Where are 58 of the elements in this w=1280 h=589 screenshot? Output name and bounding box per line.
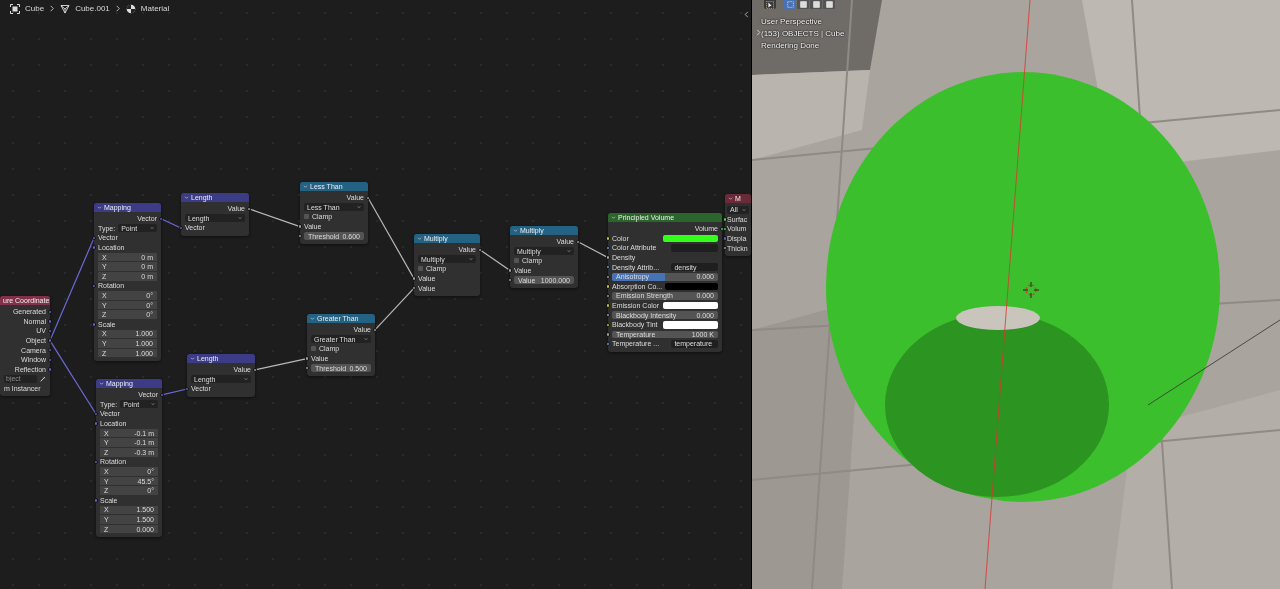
breadcrumb-item[interactable]: Cube.001 xyxy=(75,4,110,13)
checkbox[interactable] xyxy=(311,346,316,352)
breadcrumb-item[interactable]: Material xyxy=(140,4,170,13)
chevron-icon[interactable] xyxy=(303,184,308,189)
output-socket[interactable] xyxy=(372,327,378,332)
input-socket[interactable] xyxy=(93,459,99,465)
output-socket[interactable] xyxy=(719,226,725,231)
cursor-icon xyxy=(766,0,774,9)
material-icon xyxy=(125,3,136,14)
color-swatch[interactable] xyxy=(665,282,718,291)
select-tool-button[interactable] xyxy=(764,0,776,9)
input-socket[interactable] xyxy=(184,386,190,392)
output-socket[interactable] xyxy=(159,392,165,397)
chevron-icon[interactable] xyxy=(417,236,422,241)
input-socket[interactable] xyxy=(91,322,97,327)
viewport-info-text: User Perspective xyxy=(761,17,823,26)
eyedropper-icon[interactable] xyxy=(40,375,46,382)
node-link xyxy=(248,208,301,228)
output-socket[interactable] xyxy=(477,247,483,252)
chevron-icon[interactable] xyxy=(310,316,315,321)
breadcrumb-item[interactable]: Cube xyxy=(25,4,45,13)
select-mode-button[interactable] xyxy=(810,0,822,9)
chevron-icon[interactable] xyxy=(99,381,104,386)
input-socket[interactable] xyxy=(178,225,184,231)
select-mode-button[interactable] xyxy=(823,0,835,9)
crosshair-icon xyxy=(1023,282,1039,298)
node-link xyxy=(160,218,182,229)
output-socket[interactable] xyxy=(252,367,258,372)
node-link xyxy=(374,287,415,331)
chevron-icon[interactable] xyxy=(728,196,733,201)
mesh-icon xyxy=(60,3,71,14)
color-swatch[interactable] xyxy=(662,301,718,310)
input-socket[interactable] xyxy=(93,498,99,503)
chevron-icon[interactable] xyxy=(513,228,518,233)
input-socket[interactable] xyxy=(91,283,97,289)
output-socket[interactable] xyxy=(575,239,581,244)
checkbox[interactable] xyxy=(418,266,423,272)
viewport-info-text: (153) OBJECTS | Cube xyxy=(761,29,845,38)
node-link xyxy=(254,358,308,371)
object-icon xyxy=(10,3,20,14)
chevron-icon[interactable] xyxy=(184,195,189,200)
color-swatch[interactable] xyxy=(662,320,718,329)
output-socket[interactable] xyxy=(246,206,252,211)
chevron-icon[interactable] xyxy=(611,215,616,220)
node-link xyxy=(577,241,609,259)
viewport-info-text: Rendering Done xyxy=(761,41,821,50)
chevron-icon[interactable] xyxy=(190,356,195,361)
color-swatch[interactable] xyxy=(662,234,718,243)
node-link xyxy=(161,388,188,396)
select-mode-button[interactable] xyxy=(797,0,809,9)
checkbox[interactable] xyxy=(514,258,519,264)
checkbox[interactable] xyxy=(304,214,309,220)
chevron-right-icon xyxy=(49,5,56,12)
node-card[interactable] xyxy=(608,213,722,352)
node-link xyxy=(479,249,511,272)
chevron-right-icon xyxy=(114,5,121,12)
output-socket[interactable] xyxy=(365,195,371,200)
chevron-icon[interactable] xyxy=(97,205,102,210)
